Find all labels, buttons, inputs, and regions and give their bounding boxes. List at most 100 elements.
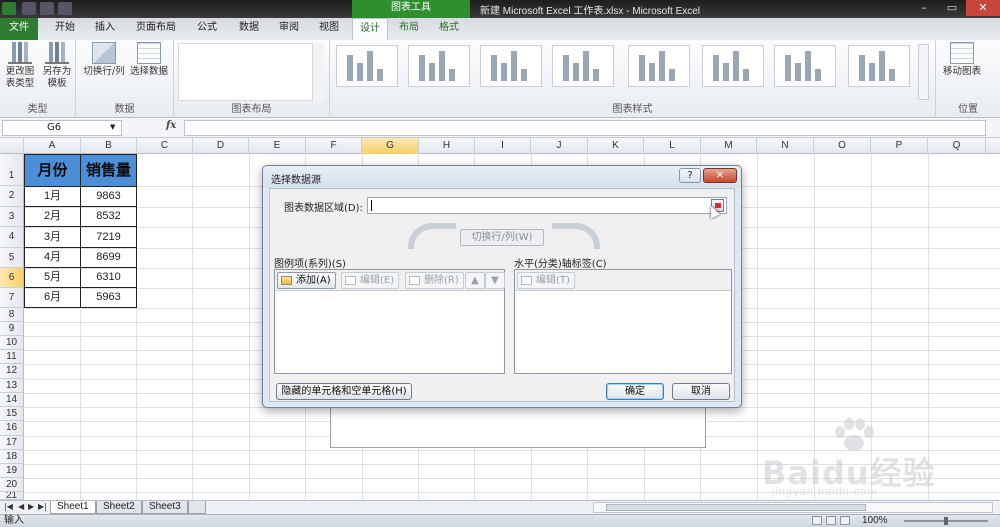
table-cell-sales[interactable]: 8532 [80, 207, 137, 227]
tab-design[interactable]: 设计 [352, 18, 388, 40]
name-box-dropdown-icon[interactable]: ▼ [110, 120, 115, 135]
column-header[interactable]: M [701, 138, 757, 154]
chart-style-thumbnail[interactable] [336, 45, 398, 87]
row-header[interactable]: 12 [0, 364, 24, 379]
normal-view-icon[interactable] [812, 516, 822, 525]
chart-style-scroll[interactable] [918, 44, 929, 100]
row-header[interactable]: 4 [0, 227, 24, 248]
sheet-tab[interactable]: Sheet2 [96, 501, 142, 514]
column-header[interactable]: L [644, 138, 701, 154]
sheet-tab-active[interactable]: Sheet1 [50, 501, 96, 514]
tab-review[interactable]: 审阅 [270, 18, 308, 40]
column-header[interactable]: E [249, 138, 306, 154]
column-header[interactable]: A [24, 138, 81, 154]
chart-style-thumbnail[interactable] [702, 45, 764, 87]
row-header[interactable]: 3 [0, 207, 24, 227]
page-break-view-icon[interactable] [840, 516, 850, 525]
move-down-button[interactable]: ▼ [485, 272, 505, 289]
chart-style-thumbnail[interactable] [628, 45, 690, 87]
maximize-button[interactable]: ▭ [938, 0, 966, 16]
horizontal-scrollbar[interactable] [593, 502, 993, 513]
row-header[interactable]: 18 [0, 450, 24, 464]
table-cell-month[interactable]: 6月 [24, 288, 81, 308]
column-header[interactable]: I [475, 138, 531, 154]
column-header[interactable]: N [757, 138, 814, 154]
table-cell-month[interactable]: 4月 [24, 248, 81, 268]
row-header[interactable]: 5 [0, 248, 24, 268]
column-header[interactable]: B [81, 138, 137, 154]
tab-format[interactable]: 格式 [430, 18, 468, 40]
row-header[interactable]: 17 [0, 436, 24, 450]
row-header[interactable]: 10 [0, 336, 24, 350]
close-button[interactable]: ✕ [966, 0, 1000, 16]
save-icon[interactable] [22, 2, 36, 15]
first-sheet-icon[interactable]: |◀ [4, 502, 13, 511]
column-header[interactable]: Q [928, 138, 986, 154]
column-header[interactable]: D [193, 138, 249, 154]
tab-data[interactable]: 数据 [230, 18, 268, 40]
name-box[interactable]: G6 [2, 120, 122, 136]
table-cell-month[interactable]: 2月 [24, 207, 81, 227]
page-layout-view-icon[interactable] [826, 516, 836, 525]
tab-layout[interactable]: 布局 [390, 18, 428, 40]
hidden-empty-cells-button[interactable]: 隐藏的单元格和空单元格(H) [276, 383, 412, 400]
minimize-button[interactable]: – [910, 0, 938, 16]
sheet-tab[interactable]: Sheet3 [142, 501, 188, 514]
column-header[interactable]: F [306, 138, 362, 154]
row-header[interactable]: 20 [0, 478, 24, 492]
save-as-template-button[interactable]: 另存为模板 [40, 42, 74, 90]
switch-row-column-dialog-button[interactable]: 切换行/列(W) [460, 229, 544, 246]
table-header-sales[interactable]: 销售量 [80, 154, 137, 187]
formula-input[interactable] [184, 120, 986, 136]
row-header[interactable]: 11 [0, 350, 24, 364]
insert-sheet-icon[interactable] [188, 501, 206, 514]
tab-view[interactable]: 视图 [310, 18, 348, 40]
chart-layout-gallery[interactable] [178, 43, 324, 101]
help-button[interactable]: ? [679, 168, 701, 183]
tab-home[interactable]: 开始 [46, 18, 84, 40]
switch-row-column-button[interactable]: 切换行/列 [82, 42, 126, 78]
row-header[interactable]: 7 [0, 288, 24, 308]
last-sheet-icon[interactable]: ▶| [38, 502, 47, 511]
row-header-selected[interactable]: 6 [0, 268, 24, 288]
move-chart-button[interactable]: 移动图表 [940, 42, 984, 78]
scrollbar-thumb[interactable] [606, 504, 866, 511]
column-header[interactable]: J [531, 138, 588, 154]
chart-style-thumbnail[interactable] [408, 45, 470, 87]
chart-style-thumbnail[interactable] [552, 45, 614, 87]
redo-icon[interactable] [58, 2, 72, 15]
table-cell-month[interactable]: 5月 [24, 268, 81, 288]
change-chart-type-button[interactable]: 更改图表类型 [4, 42, 36, 90]
zoom-slider-thumb[interactable] [944, 517, 948, 525]
column-header[interactable]: C [137, 138, 193, 154]
dialog-close-button[interactable]: ✕ [703, 168, 737, 183]
select-data-button[interactable]: 选择数据 [128, 42, 170, 78]
row-header[interactable]: 2 [0, 186, 24, 207]
chart-style-thumbnail[interactable] [848, 45, 910, 87]
insert-function-icon[interactable]: fx [166, 120, 176, 131]
column-header-selected[interactable]: G [362, 138, 419, 154]
tab-file[interactable]: 文件 [0, 18, 38, 40]
edit-series-button[interactable]: 编辑(E) [341, 272, 400, 289]
tab-formulas[interactable]: 公式 [188, 18, 226, 40]
tab-page-layout[interactable]: 页面布局 [130, 18, 182, 40]
row-header[interactable]: 16 [0, 421, 24, 436]
move-up-button[interactable]: ▲ [465, 272, 485, 289]
column-header[interactable]: K [588, 138, 644, 154]
row-header[interactable]: 21 [0, 492, 24, 500]
edit-axis-labels-button[interactable]: 编辑(T) [517, 272, 575, 289]
table-cell-month[interactable]: 3月 [24, 227, 81, 248]
prev-sheet-icon[interactable]: ◀ [18, 502, 24, 511]
table-cell-sales[interactable]: 5963 [80, 288, 137, 308]
legend-entries-list[interactable]: 添加(A) 编辑(E) 删除(R) ▲ ▼ [274, 269, 505, 374]
column-header[interactable]: O [814, 138, 871, 154]
row-header[interactable]: 1 [0, 154, 24, 186]
chart-style-thumbnail[interactable] [480, 45, 542, 87]
column-header[interactable]: H [419, 138, 475, 154]
next-sheet-icon[interactable]: ▶ [28, 502, 34, 511]
row-header[interactable]: 13 [0, 379, 24, 393]
chart-style-thumbnail[interactable] [774, 45, 836, 87]
zoom-level[interactable]: 100% [862, 515, 888, 527]
table-cell-sales[interactable]: 7219 [80, 227, 137, 248]
chart-layout-scroll[interactable] [312, 43, 324, 101]
